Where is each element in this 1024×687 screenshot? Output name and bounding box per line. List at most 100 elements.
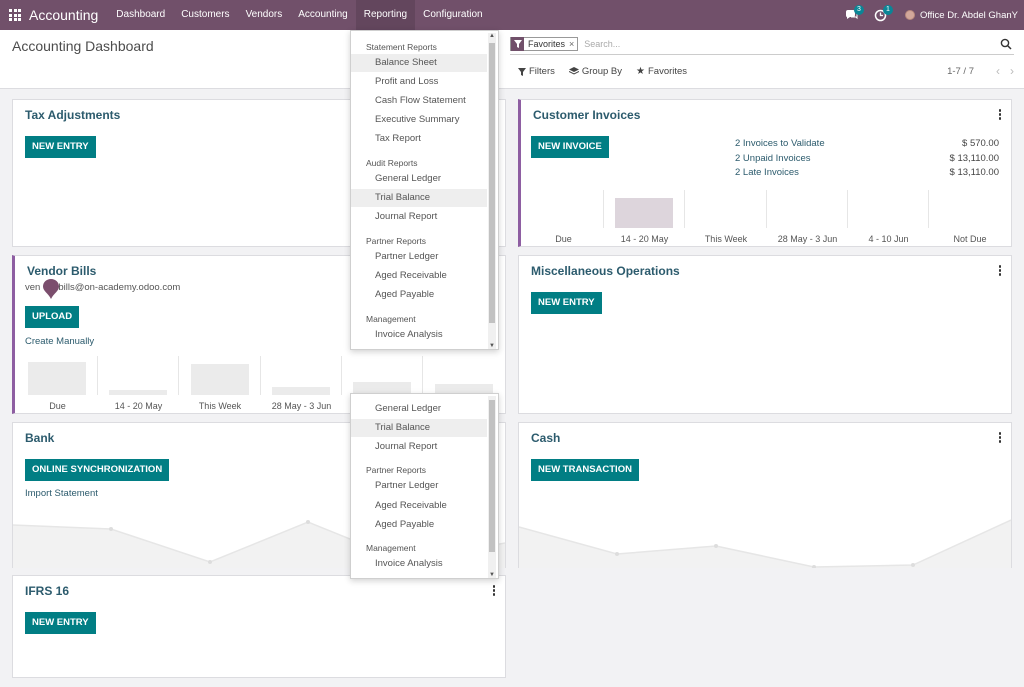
menu-item-aged-payable[interactable]: Aged Payable bbox=[351, 516, 487, 534]
app-title[interactable]: Accounting bbox=[29, 7, 98, 23]
menu-item-aged-receivable[interactable]: Aged Receivable bbox=[351, 267, 487, 285]
filter-icon bbox=[511, 36, 524, 51]
scroll-down-icon[interactable]: ▼ bbox=[488, 343, 496, 349]
invoices-bar-chart[interactable]: Due 14 - 20 May This Week 28 May - 3 Jun… bbox=[523, 190, 1011, 246]
invoices-to-validate-amount: $ 570.00 bbox=[962, 138, 999, 149]
menu-item-balance-sheet[interactable]: Balance Sheet bbox=[351, 54, 487, 72]
chart-column bbox=[767, 190, 848, 228]
pager-prev-icon[interactable]: ‹ bbox=[996, 64, 1000, 78]
pager-value[interactable]: 1-7 / 7 bbox=[947, 66, 974, 77]
pager-next-icon[interactable]: › bbox=[1010, 64, 1014, 78]
late-invoices-amount: $ 13,110.00 bbox=[949, 167, 999, 178]
menu-item-journal-report[interactable]: Journal Report bbox=[351, 208, 487, 226]
menu-section-header: Audit Reports bbox=[366, 158, 418, 168]
layers-icon bbox=[568, 67, 579, 75]
card-title[interactable]: Cash bbox=[531, 431, 560, 445]
chart-bar bbox=[28, 362, 86, 395]
page-title: Accounting Dashboard bbox=[12, 38, 154, 54]
card-title[interactable]: Bank bbox=[25, 431, 54, 445]
menu-accounting[interactable]: Accounting bbox=[290, 0, 355, 30]
reporting-dropdown-scrolled: General Ledger Trial Balance Journal Rep… bbox=[350, 393, 499, 579]
star-icon: ★ bbox=[636, 66, 645, 77]
new-invoice-button[interactable]: NEW INVOICE bbox=[531, 136, 609, 158]
new-entry-button[interactable]: NEW ENTRY bbox=[25, 136, 96, 158]
upload-button[interactable]: UPLOAD bbox=[25, 306, 80, 328]
new-entry-button[interactable]: NEW ENTRY bbox=[25, 612, 96, 634]
cursor-marker-icon bbox=[43, 279, 59, 299]
cash-line-chart[interactable] bbox=[519, 513, 1011, 568]
card-title[interactable]: Miscellaneous Operations bbox=[531, 264, 680, 278]
menu-item-aged-payable[interactable]: Aged Payable bbox=[351, 286, 487, 304]
email-suffix: bills@on-academy.odoo.com bbox=[58, 282, 181, 293]
messages-icon[interactable]: 3 bbox=[845, 4, 864, 22]
menu-item-general-ledger[interactable]: General Ledger bbox=[351, 170, 487, 188]
menu-item-aged-receivable[interactable]: Aged Receivable bbox=[351, 497, 487, 515]
menu-item-executive-summary[interactable]: Executive Summary bbox=[351, 111, 487, 129]
activities-icon[interactable]: 1 bbox=[874, 4, 893, 22]
menu-item-invoice-analysis[interactable]: Invoice Analysis bbox=[351, 326, 487, 344]
customer-invoices-card: Customer Invoices NEW INVOICE 2 Invoices… bbox=[518, 99, 1012, 247]
menu-item-trial-balance[interactable]: Trial Balance bbox=[351, 419, 487, 437]
groupby-button[interactable]: Group By bbox=[568, 66, 623, 77]
invoices-to-validate-link[interactable]: 2 Invoices to Validate bbox=[735, 138, 825, 149]
filters-button[interactable]: Filters bbox=[518, 66, 555, 77]
menu-item-journal-report[interactable]: Journal Report bbox=[351, 438, 487, 456]
dropdown-scrollbar[interactable]: ▲ ▼ bbox=[488, 33, 496, 349]
favorites-button[interactable]: ★ Favorites bbox=[636, 66, 687, 77]
late-invoices-link[interactable]: 2 Late Invoices bbox=[735, 167, 799, 178]
card-title[interactable]: Vendor Bills bbox=[27, 264, 96, 278]
card-title[interactable]: Tax Adjustments bbox=[25, 108, 120, 122]
invoice-summary-row[interactable]: 2 Late Invoices $ 13,110.00 bbox=[735, 167, 999, 178]
import-statement-link[interactable]: Import Statement bbox=[25, 488, 98, 499]
menu-customers[interactable]: Customers bbox=[173, 0, 237, 30]
menu-item-partner-ledger[interactable]: Partner Ledger bbox=[351, 248, 487, 266]
card-title[interactable]: Customer Invoices bbox=[533, 108, 640, 122]
menu-section-header: Partner Reports bbox=[366, 236, 426, 246]
new-transaction-button[interactable]: NEW TRANSACTION bbox=[531, 459, 639, 481]
chart-column bbox=[523, 190, 604, 228]
menu-item-cash-flow-statement[interactable]: Cash Flow Statement bbox=[351, 92, 487, 110]
menu-item-general-ledger[interactable]: General Ledger bbox=[351, 400, 487, 418]
facet-remove-icon[interactable]: × bbox=[569, 39, 577, 49]
search-bar: Favorites × bbox=[510, 33, 1014, 55]
chart-label: 28 May - 3 Jun bbox=[777, 234, 838, 244]
apps-grid-icon[interactable] bbox=[9, 9, 21, 21]
new-entry-button[interactable]: NEW ENTRY bbox=[531, 292, 602, 314]
search-icon[interactable] bbox=[1000, 38, 1012, 50]
menu-dashboard[interactable]: Dashboard bbox=[108, 0, 173, 30]
filters-label: Filters bbox=[529, 66, 555, 77]
menu-item-profit-and-loss[interactable]: Profit and Loss bbox=[351, 73, 487, 91]
scroll-thumb[interactable] bbox=[489, 43, 495, 323]
groupby-label: Group By bbox=[581, 66, 623, 77]
card-menu-icon[interactable] bbox=[998, 109, 1002, 120]
card-title[interactable]: IFRS 16 bbox=[25, 584, 69, 598]
chart-column bbox=[342, 356, 423, 395]
company-switcher[interactable]: Office Dr. Abdel GhanY bbox=[904, 10, 1018, 21]
menu-section-header: Statement Reports bbox=[366, 42, 437, 52]
menu-reporting[interactable]: Reporting bbox=[355, 0, 416, 30]
create-manually-link[interactable]: Create Manually bbox=[25, 336, 94, 347]
invoice-summary-row[interactable]: 2 Invoices to Validate $ 570.00 bbox=[735, 138, 999, 149]
scroll-up-icon[interactable]: ▲ bbox=[488, 33, 496, 39]
online-synchronization-button[interactable]: ONLINE SYNCHRONIZATION bbox=[25, 459, 170, 481]
menu-item-trial-balance[interactable]: Trial Balance bbox=[351, 189, 487, 207]
favorites-label: Favorites bbox=[647, 66, 688, 77]
menu-item-partner-ledger[interactable]: Partner Ledger bbox=[351, 477, 487, 495]
menu-section-header: Partner Reports bbox=[366, 465, 426, 475]
menu-configuration[interactable]: Configuration bbox=[415, 0, 490, 30]
menu-section-header: Management bbox=[366, 543, 416, 553]
dropdown-scrollbar[interactable]: ▼ bbox=[488, 396, 496, 578]
invoice-summary-row[interactable]: 2 Unpaid Invoices $ 13,110.00 bbox=[735, 153, 999, 164]
menu-item-invoice-analysis[interactable]: Invoice Analysis bbox=[351, 555, 487, 573]
card-menu-icon[interactable] bbox=[998, 432, 1002, 443]
chart-label: 14 - 20 May bbox=[620, 234, 669, 244]
scroll-thumb[interactable] bbox=[489, 400, 495, 552]
card-menu-icon[interactable] bbox=[492, 585, 496, 596]
menu-vendors[interactable]: Vendors bbox=[238, 0, 291, 30]
unpaid-invoices-link[interactable]: 2 Unpaid Invoices bbox=[735, 153, 811, 164]
search-input[interactable] bbox=[584, 38, 965, 49]
card-menu-icon[interactable] bbox=[998, 265, 1002, 276]
scroll-down-icon[interactable]: ▼ bbox=[488, 572, 496, 578]
activities-badge: 1 bbox=[882, 4, 893, 15]
menu-item-tax-report[interactable]: Tax Report bbox=[351, 130, 487, 148]
